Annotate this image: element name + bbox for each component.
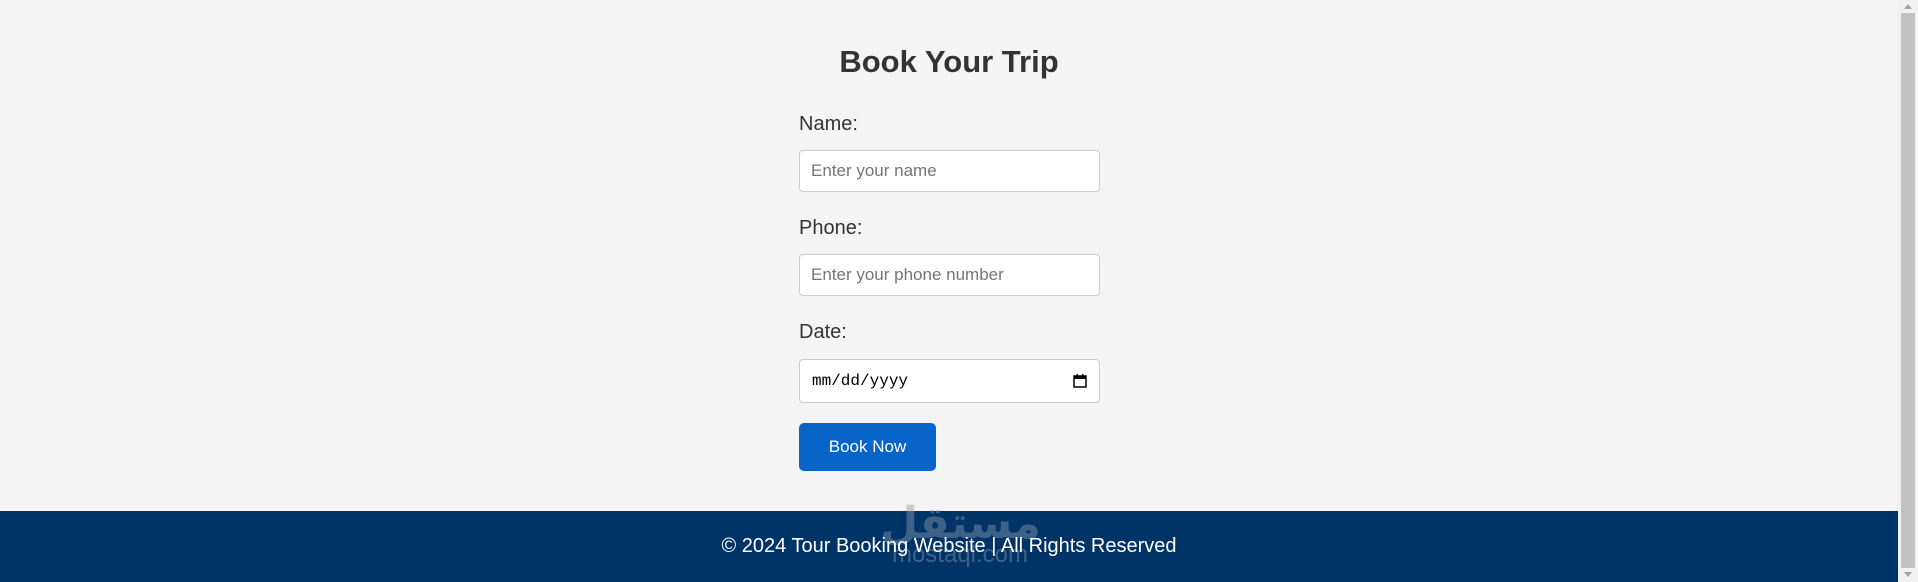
page: Book Your Trip Name: Phone: Date: mm/dd/… bbox=[0, 0, 1898, 582]
scrollbar-thumb[interactable] bbox=[1901, 13, 1915, 568]
footer-copyright: © 2024 Tour Booking Website | All Rights… bbox=[721, 535, 1177, 557]
phone-label: Phone: bbox=[799, 217, 863, 239]
name-input[interactable] bbox=[799, 150, 1100, 192]
calendar-icon[interactable] bbox=[1072, 373, 1088, 389]
phone-input[interactable] bbox=[799, 254, 1100, 296]
date-input[interactable]: mm/dd/yyyy bbox=[799, 359, 1100, 403]
vertical-scrollbar[interactable] bbox=[1898, 0, 1918, 582]
book-now-button[interactable]: Book Now bbox=[799, 423, 936, 471]
name-label: Name: bbox=[799, 113, 858, 135]
booking-section: Book Your Trip Name: Phone: Date: mm/dd/… bbox=[0, 0, 1898, 511]
scroll-down-arrow-icon[interactable] bbox=[1904, 572, 1912, 577]
site-footer: © 2024 Tour Booking Website | All Rights… bbox=[0, 511, 1898, 582]
date-placeholder: mm/dd/yyyy bbox=[812, 372, 909, 390]
page-title: Book Your Trip bbox=[839, 44, 1059, 79]
date-label: Date: bbox=[799, 321, 847, 343]
scroll-up-arrow-icon[interactable] bbox=[1904, 4, 1912, 9]
